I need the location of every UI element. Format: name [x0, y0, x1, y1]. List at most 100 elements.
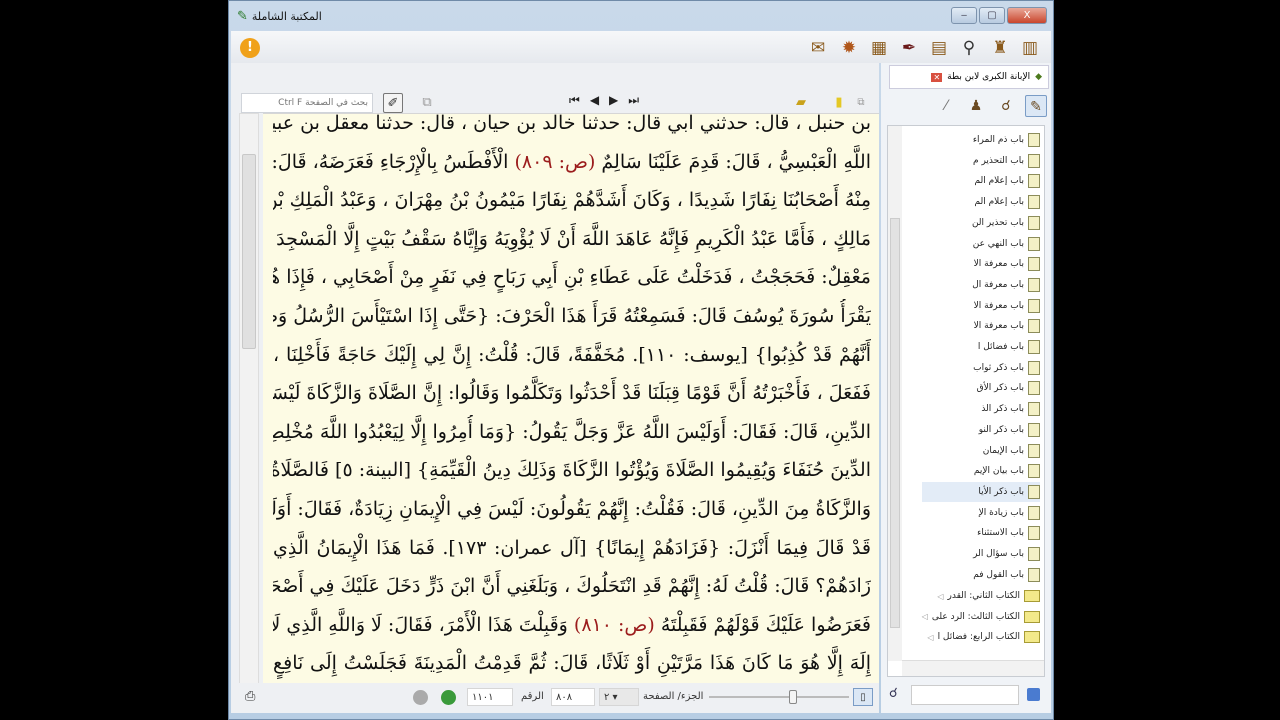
tree-item[interactable]: باب معرفة الا [922, 316, 1040, 336]
tree-item-label: باب الإيمان [982, 445, 1024, 456]
book-tab[interactable]: ◆ الإبانة الكبرى لابن بطة ✕ [889, 65, 1049, 89]
document-icon [1028, 236, 1040, 251]
text-line: مَعْقِلٌ: فَحَجَجْتُ ، فَدَخَلْتُ عَلَى … [273, 260, 871, 294]
document-icon[interactable]: ▤ [928, 37, 950, 59]
tree-item-label: باب إعلام الم [974, 197, 1025, 208]
tree-item-label: باب القول فم [973, 569, 1024, 580]
index-icon[interactable]: ▦ [868, 37, 890, 59]
tree-item-label: باب معرفة ال [972, 279, 1024, 290]
text-line: زَادَهُمْ؟ قَالَ: قُلْتُ لَهُ: إِنَّهُمْ… [273, 569, 871, 603]
document-icon [1028, 402, 1040, 417]
scroll-thumb[interactable] [242, 154, 256, 349]
content-toolbar: ✐ ⧉ ⏮ ◀ ▶ ⏭ ▰ ▮ ⧉ [231, 91, 879, 115]
tree-item[interactable]: باب تحذير الن [922, 213, 1040, 233]
prev-page-button[interactable]: ◀ [590, 93, 599, 108]
close-tab-icon[interactable]: ✕ [931, 72, 943, 82]
tree-item[interactable]: باب الاستثناء [922, 523, 1040, 543]
export-icon[interactable]: ⎙ [245, 688, 255, 706]
view-mode-button[interactable]: ▯ [853, 688, 873, 706]
expand-icon[interactable]: ◁ [922, 612, 928, 621]
page-marker: (ص: ٨٠٩) [514, 150, 596, 173]
tree-hscrollbar[interactable] [902, 660, 1044, 676]
settings-gear-icon[interactable]: ✹ [838, 37, 860, 59]
tree-scrollbar[interactable] [888, 126, 902, 661]
page-field[interactable]: ٨٠٨ [551, 688, 595, 706]
tree-item[interactable]: باب ذكر الأيا [922, 481, 1040, 502]
number-field[interactable]: ١١٠١ [467, 688, 513, 706]
text-line: مَالِكٍ ، فَأَمَّا عَبْدُ الْكَرِيمِ فَإ… [273, 222, 871, 256]
content-scrollbar[interactable] [239, 113, 259, 685]
pencil-icon[interactable]: ⁄ [935, 95, 957, 117]
copy-icon[interactable]: ⧉ [417, 93, 437, 113]
tree-item[interactable]: باب ذكر الذ [922, 399, 1040, 419]
tree-folder[interactable]: الكتاب الثالث: الرد على ◁ [900, 607, 1040, 627]
tree-item[interactable]: باب فضائل ا [922, 337, 1040, 357]
tree-folder[interactable]: الكتاب الرابع: فضائل ا ◁ [900, 627, 1040, 647]
document-icon [1028, 215, 1040, 230]
tree-item[interactable]: باب إعلام الم [922, 171, 1040, 191]
tree-item[interactable]: باب ذكر الأق [922, 378, 1040, 398]
maximize-button[interactable]: ▢ [979, 7, 1005, 24]
format-toggle-button[interactable]: ✐ [383, 93, 403, 113]
document-icon [1028, 422, 1040, 437]
folder-note-icon[interactable]: ▰ [791, 93, 811, 113]
tree-item[interactable]: باب ذكر ثواب [922, 358, 1040, 378]
minimize-button[interactable]: ‒ [951, 7, 977, 24]
bookmark-icon[interactable]: ♟ [965, 95, 987, 117]
text-line: يَقْرَأُ سُورَةَ يُوسُفَ قَالَ: فَسَمِعْ… [273, 299, 871, 333]
text-segment: الدِّينَ حُنَفَاءَ وَيُقِيمُوا الصَّلَاة… [273, 459, 871, 482]
tree-item-label: باب بيان الإيم [973, 466, 1024, 477]
tree-item[interactable]: باب التحذير م [922, 151, 1040, 171]
back-circle-button[interactable] [413, 690, 428, 705]
tree-item[interactable]: باب معرفة الا [922, 254, 1040, 274]
tree-folder[interactable]: الكتاب الثاني: القدر ◁ [900, 586, 1040, 606]
expand-icon[interactable]: ◁ [927, 633, 933, 642]
tree-search-button[interactable] [1027, 688, 1040, 701]
last-page-button[interactable]: ⏭ [628, 93, 639, 108]
search-binoculars-icon[interactable]: ☌ [889, 686, 898, 701]
side-panel: ◆ الإبانة الكبرى لابن بطة ✕ ✎ ☌ ♟ ⁄ باب … [881, 63, 1051, 713]
note-icon[interactable]: ▮ [829, 93, 849, 113]
tree-item-label: باب تحذير الن [971, 217, 1024, 228]
notes-icon[interactable]: ✉ [807, 37, 829, 59]
text-segment: وَالزَّكَاةُ مِنَ الدِّينِ، قَالَ: فَقُل… [273, 498, 871, 520]
tree-item[interactable]: باب سؤال الر [922, 544, 1040, 564]
toc-icon[interactable]: ✎ [1025, 95, 1047, 117]
tree-item[interactable]: باب ذم المراء [922, 130, 1040, 150]
tree-item[interactable]: باب معرفة الا [922, 296, 1040, 316]
tree-item[interactable]: باب زيادة الإ [922, 503, 1040, 523]
expand-icon[interactable]: ◁ [937, 592, 943, 601]
page-icon[interactable]: ⧉ [851, 93, 871, 113]
tree-item[interactable]: باب النهي عن [922, 234, 1040, 254]
first-page-button[interactable]: ⏮ [569, 93, 580, 108]
tree-scroll-thumb[interactable] [890, 218, 900, 628]
tree-item[interactable]: باب الإيمان [922, 441, 1040, 461]
next-page-button[interactable]: ▶ [609, 93, 618, 108]
reader-pane: ✐ ⧉ ⏮ ◀ ▶ ⏭ ▰ ▮ ⧉ بن حنبل ، قال: حدثني أ… [231, 63, 879, 713]
part-dropdown[interactable]: ▾ ٢ [599, 688, 639, 706]
go-circle-button[interactable] [441, 690, 456, 705]
tree-item[interactable]: باب معرفة ال [922, 275, 1040, 295]
tree-item-label: باب سؤال الر [973, 549, 1024, 559]
text-segment: بن حنبل ، قال: حدثني أبي قال: حدثنا خالد… [273, 113, 871, 134]
alert-icon[interactable]: ! [240, 38, 260, 58]
tree-item[interactable]: باب القول فم [922, 565, 1040, 585]
quill-icon[interactable]: ✒ [898, 37, 920, 59]
slider-knob[interactable] [789, 690, 797, 704]
books-icon[interactable]: ♜ [989, 37, 1011, 59]
close-button[interactable]: X [1007, 7, 1047, 24]
library-icon[interactable]: ▥ [1019, 37, 1041, 59]
text-line: فَعَرَضُوا عَلَيْكَ قَوْلَهُمْ فَقَبِلْت… [273, 608, 871, 642]
page-search-input[interactable] [241, 93, 373, 113]
folder-label: الكتاب الثالث: الرد على [931, 611, 1020, 622]
search-icon[interactable]: ⚲ [958, 37, 980, 59]
binoculars-icon[interactable]: ☌ [995, 95, 1017, 117]
tree-item[interactable]: باب ذكر النو [922, 420, 1040, 440]
tree-item[interactable]: باب إعلام الم [922, 192, 1040, 212]
tree-search-input[interactable] [911, 685, 1019, 705]
tree-item[interactable]: باب بيان الإيم [922, 461, 1040, 481]
tree-item-label: باب التحذير م [973, 155, 1024, 166]
part-value: ٢ [604, 692, 610, 703]
zoom-slider[interactable] [709, 690, 849, 704]
book-icon: ◆ [1035, 72, 1042, 82]
